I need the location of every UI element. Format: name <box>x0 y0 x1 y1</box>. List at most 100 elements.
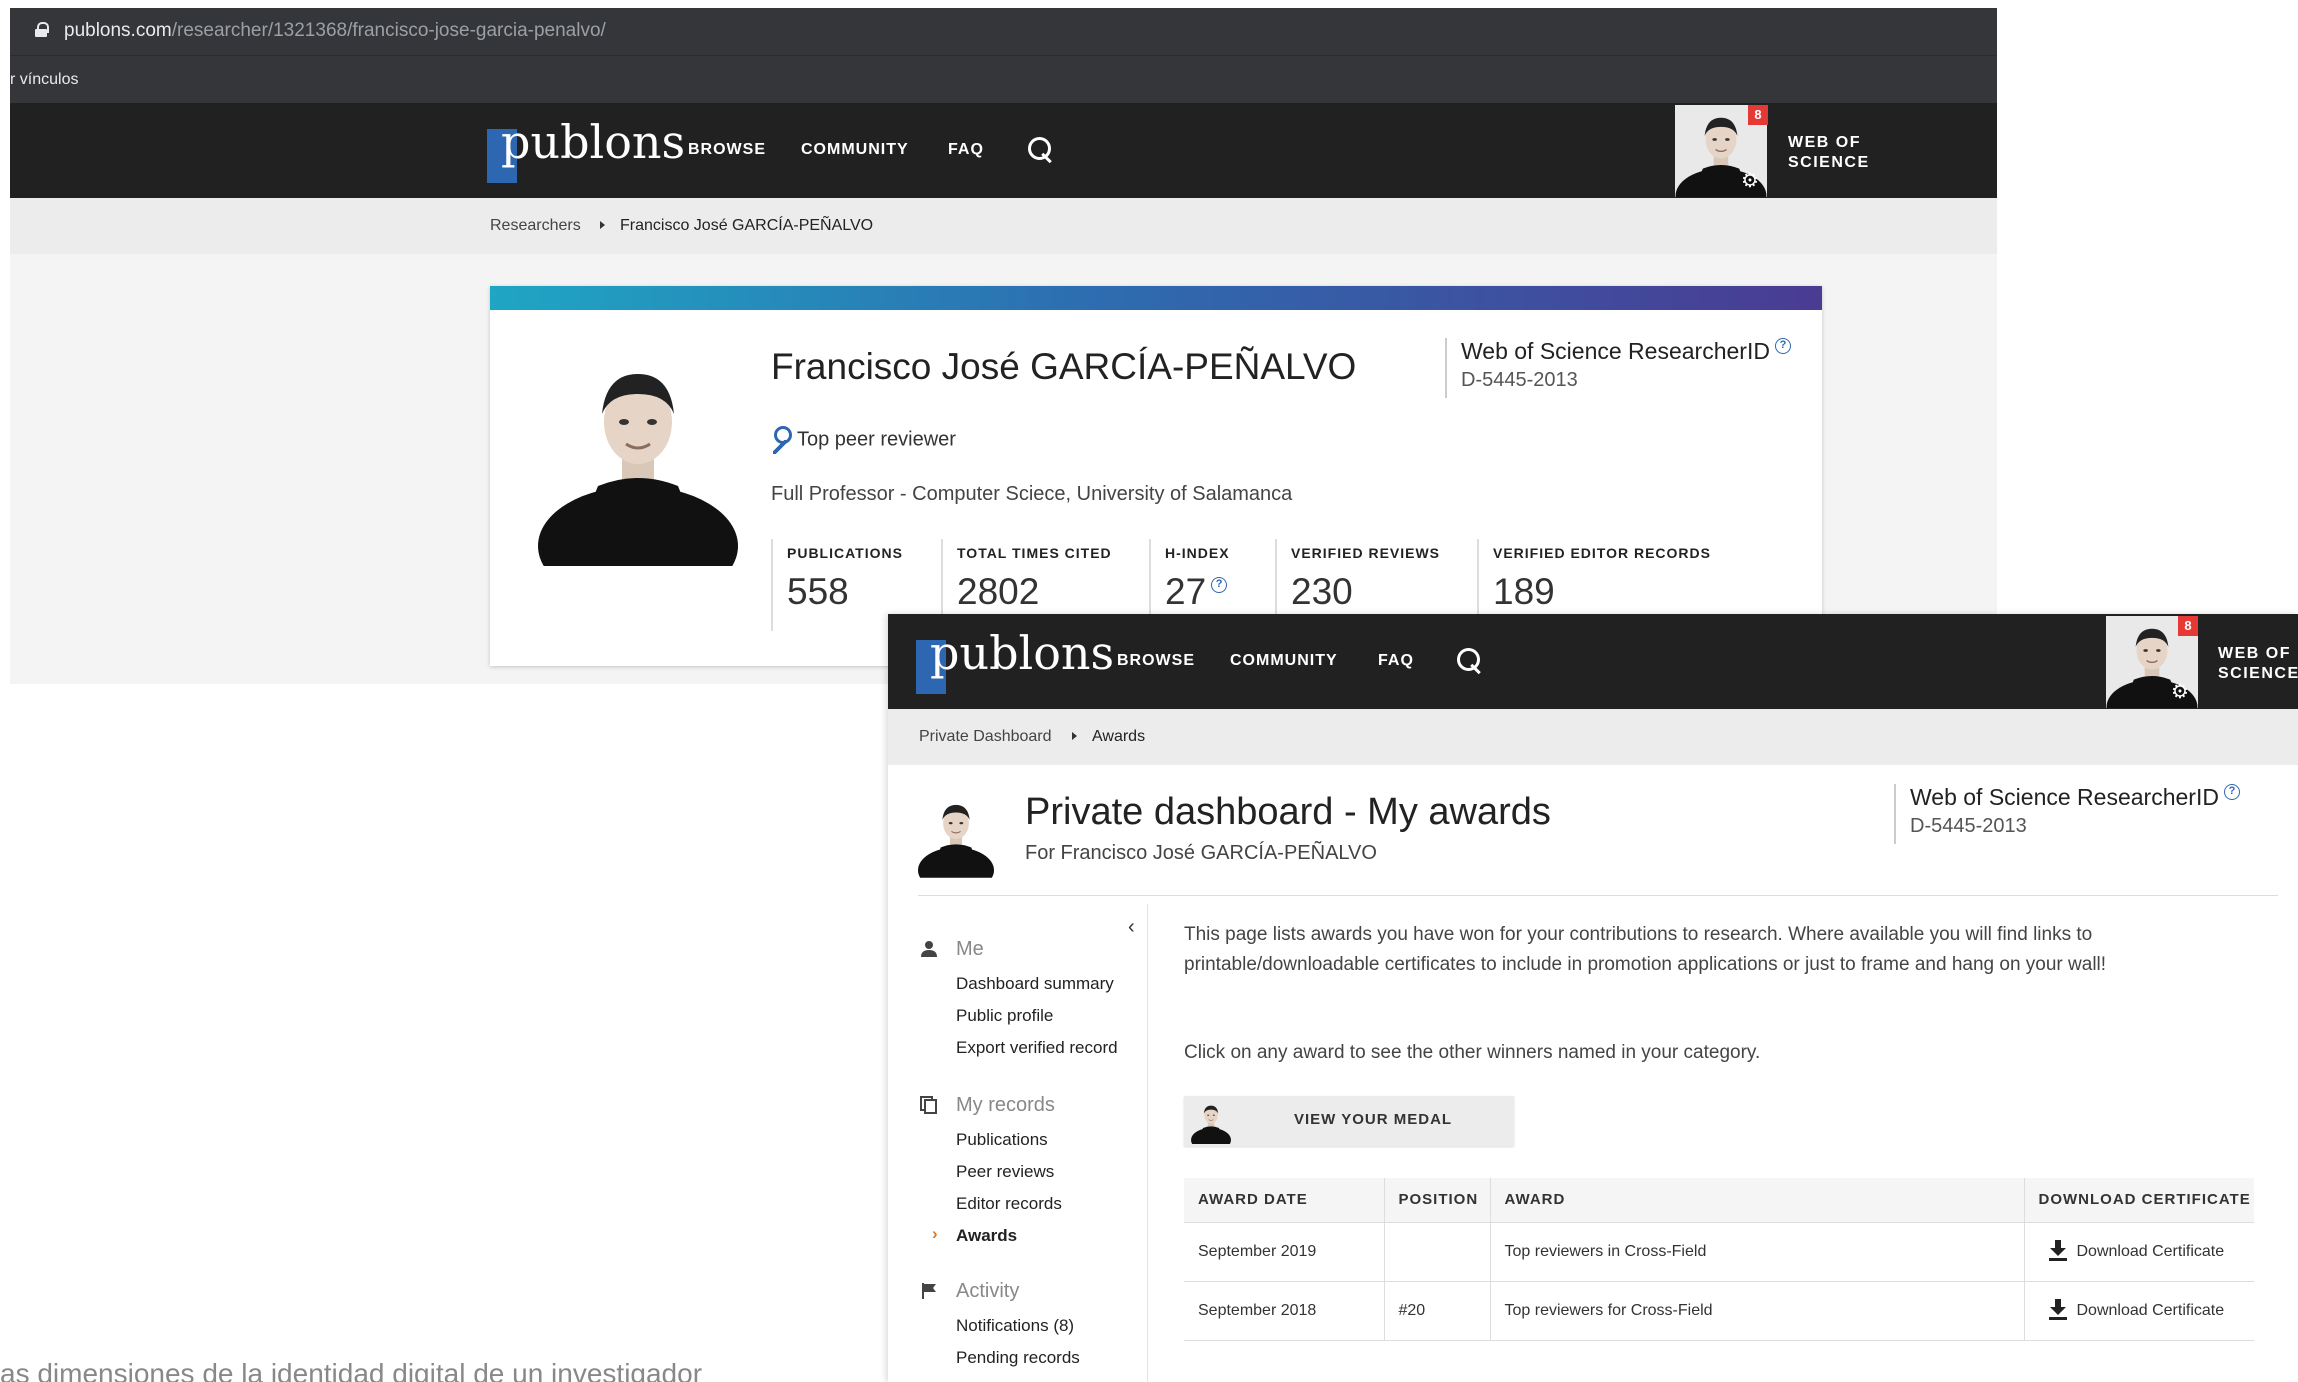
sidebar-item-notifications[interactable]: Notifications (8) <box>956 1316 1074 1336</box>
wos-line2: SCIENCE <box>1788 154 1870 171</box>
column-header: DOWNLOAD CERTIFICATE <box>2024 1178 2254 1223</box>
publons-navbar: publons BROWSE COMMUNITY FAQ 8 ⚙ WEB OF … <box>888 614 2298 709</box>
sidebar-item-publications[interactable]: Publications <box>956 1130 1048 1150</box>
wos-line1: WEB OF <box>2218 645 2291 662</box>
help-icon[interactable]: ? <box>1774 338 1791 354</box>
nav-community[interactable]: COMMUNITY <box>801 141 909 159</box>
stat-value: 27 <box>1165 571 1207 612</box>
wos-line1: WEB OF <box>1788 134 1861 151</box>
download-certificate-link[interactable]: Download Certificate <box>2039 1298 2225 1321</box>
stat-label: VERIFIED EDITOR RECORDS <box>1493 545 1711 561</box>
bookmarks-bar: r vínculos <box>10 55 1997 103</box>
gear-icon[interactable]: ⚙ <box>2171 682 2189 702</box>
gear-icon[interactable]: ⚙ <box>1741 171 1759 191</box>
stat-label: VERIFIED REVIEWS <box>1291 545 1441 561</box>
web-of-science-link[interactable]: WEB OF SCIENCE <box>1788 133 1870 173</box>
breadcrumb-current: Francisco José GARCÍA-PEÑALVO <box>620 217 874 234</box>
researcher-id-value: D-5445-2013 <box>1910 815 2027 837</box>
award-name[interactable]: Top reviewers in Cross-Field <box>1490 1222 2025 1282</box>
sidebar-item-dashboard-summary[interactable]: Dashboard summary <box>956 974 1114 994</box>
nav-faq[interactable]: FAQ <box>948 141 984 159</box>
address-bar[interactable]: publons.com/researcher/1321368/francisco… <box>10 8 1997 55</box>
top-reviewer-award[interactable]: Top peer reviewer <box>771 426 956 454</box>
column-header: AWARD <box>1490 1178 2025 1223</box>
award-label: Top peer reviewer <box>797 428 956 451</box>
view-medal-button[interactable]: VIEW YOUR MEDAL <box>1184 1096 1514 1146</box>
dashboard-window: publons BROWSE COMMUNITY FAQ 8 ⚙ WEB OF … <box>888 614 2298 1382</box>
search-icon[interactable] <box>1028 137 1054 163</box>
researcher-id-label: Web of Science ResearcherID <box>1461 338 1770 364</box>
url-host: publons.com <box>64 20 172 41</box>
stat-label: TOTAL TIMES CITED <box>957 545 1112 561</box>
sidebar-item-export-record[interactable]: Export verified record <box>956 1038 1118 1058</box>
download-icon <box>2048 1298 2067 1321</box>
person-icon <box>921 941 937 957</box>
stat-value: 558 <box>787 571 849 612</box>
award-position: #20 <box>1384 1281 1491 1341</box>
nav-browse[interactable]: BROWSE <box>1117 652 1195 670</box>
researcher-id-block: Web of Science ResearcherID? D-5445-2013 <box>1445 338 1791 398</box>
researcher-id-label: Web of Science ResearcherID <box>1910 784 2219 810</box>
download-label: Download Certificate <box>2076 1242 2225 1260</box>
award-date: September 2019 <box>1184 1222 1385 1282</box>
breadcrumb-private-dashboard[interactable]: Private Dashboard <box>919 728 1052 746</box>
publons-logo[interactable]: publons <box>916 626 1114 696</box>
award-date: September 2018 <box>1184 1281 1385 1341</box>
notification-badge: 8 <box>1748 105 1768 125</box>
nav-community[interactable]: COMMUNITY <box>1230 652 1338 670</box>
lock-icon <box>35 22 49 37</box>
page-subtitle: For Francisco José GARCÍA-PEÑALVO <box>1025 842 1377 864</box>
stat-value: 230 <box>1291 571 1353 612</box>
awards-table: AWARD DATE POSITION AWARD DOWNLOAD CERTI… <box>1184 1178 2254 1341</box>
slide-caption: as dimensiones de la identidad digital d… <box>0 1358 703 1382</box>
page-title: Private dashboard - My awards <box>1025 791 1551 833</box>
help-icon[interactable]: ? <box>2223 784 2240 800</box>
award-ribbon-icon <box>771 426 792 454</box>
download-icon <box>2048 1239 2067 1262</box>
award-position <box>1384 1222 1491 1282</box>
stat-label: PUBLICATIONS <box>787 545 903 561</box>
affiliation: Full Professor - Computer Sciece, Univer… <box>771 483 1293 505</box>
intro-text: This page lists awards you have won for … <box>1184 924 2107 975</box>
card-stripe <box>490 286 1822 310</box>
table-row[interactable]: September 2019 Top reviewers in Cross-Fi… <box>1184 1222 2254 1282</box>
download-cell: Download Certificate <box>2024 1281 2254 1341</box>
sidebar-item-editor-records[interactable]: Editor records <box>956 1194 1062 1214</box>
award-name[interactable]: Top reviewers for Cross-Field <box>1490 1281 2025 1341</box>
sidebar-item-peer-reviews[interactable]: Peer reviews <box>956 1162 1054 1182</box>
download-label: Download Certificate <box>2076 1301 2225 1319</box>
medal-avatar <box>1190 1100 1232 1144</box>
researcher-id-value: D-5445-2013 <box>1461 369 1578 391</box>
nav-faq[interactable]: FAQ <box>1378 652 1414 670</box>
sidebar-section-label: My records <box>956 1094 1055 1116</box>
publons-navbar: publons BROWSE COMMUNITY FAQ 8 ⚙ WEB OF … <box>10 103 1997 198</box>
nav-browse[interactable]: BROWSE <box>688 141 766 159</box>
stat-value: 189 <box>1493 571 1555 612</box>
breadcrumb-current: Awards <box>1092 728 1146 745</box>
table-row[interactable]: September 2018 #20 Top reviewers for Cro… <box>1184 1281 2254 1341</box>
url-text: publons.com/researcher/1321368/francisco… <box>64 20 606 42</box>
help-icon[interactable]: ? <box>1211 577 1228 593</box>
logo-text: publons <box>501 115 686 169</box>
dashboard-sidebar: ‹ Me Dashboard summary Public profile Ex… <box>918 904 1148 1382</box>
divider <box>918 895 2278 896</box>
bookmark-item[interactable]: r vínculos <box>10 71 78 89</box>
sidebar-item-pending-records[interactable]: Pending records <box>956 1348 1080 1368</box>
sidebar-section-label: Me <box>956 938 984 960</box>
sidebar-item-awards[interactable]: Awards <box>956 1226 1017 1246</box>
breadcrumb: Researchers Francisco José GARCÍA-PEÑALV… <box>10 198 1997 254</box>
sidebar-item-public-profile[interactable]: Public profile <box>956 1006 1053 1026</box>
notification-badge: 8 <box>2178 616 2198 636</box>
flag-icon <box>922 1283 936 1299</box>
breadcrumb-researchers[interactable]: Researchers <box>490 217 581 235</box>
web-of-science-link[interactable]: WEB OF SCIENCE <box>2218 644 2298 684</box>
wos-line2: SCIENCE <box>2218 665 2298 682</box>
url-path: /researcher/1321368/francisco-jose-garci… <box>171 20 606 41</box>
profile-card: Francisco José GARCÍA-PEÑALVO Web of Sci… <box>490 286 1822 666</box>
search-icon[interactable] <box>1457 648 1483 674</box>
collapse-sidebar-icon[interactable]: ‹ <box>1128 916 1135 939</box>
publons-logo[interactable]: publons <box>487 115 685 185</box>
download-certificate-link[interactable]: Download Certificate <box>2039 1239 2225 1262</box>
breadcrumb: Private Dashboard Awards <box>888 709 2298 765</box>
view-medal-label: VIEW YOUR MEDAL <box>1294 1111 1453 1128</box>
